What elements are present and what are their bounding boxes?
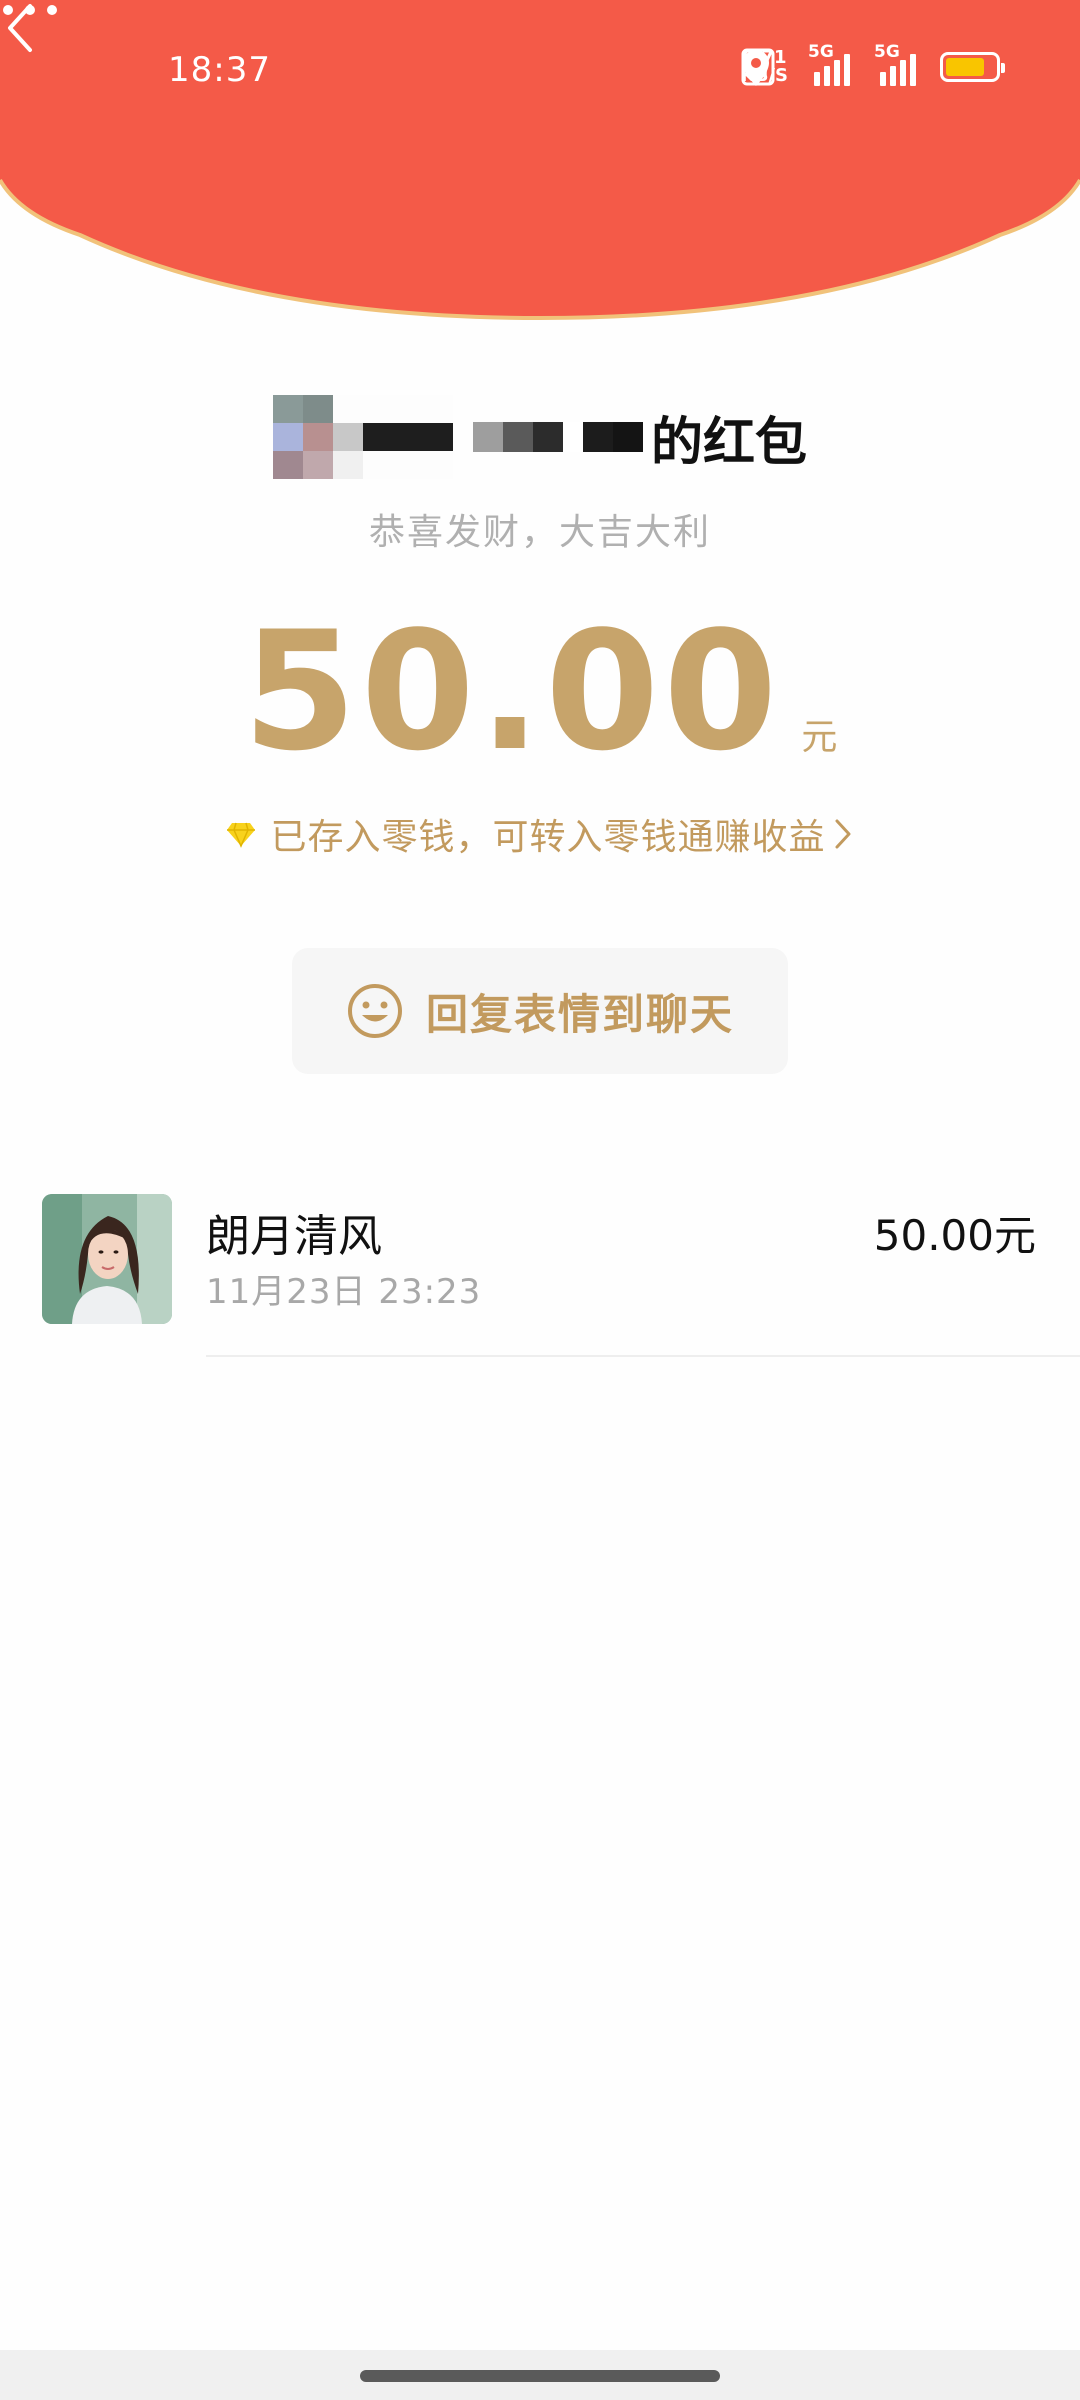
red-packet-detail-page: 18:37 0.71 KB/S 5G 5G <box>0 0 1080 2400</box>
signal-bar <box>900 60 906 86</box>
battery-icon <box>940 52 1005 82</box>
amount-row: 50.00 元 <box>0 610 1080 774</box>
greeting-text: 恭喜发财，大吉大利 <box>368 512 711 553</box>
avatar[interactable] <box>42 1194 172 1324</box>
receive-time: 11月23日 23:23 <box>206 1272 482 1312</box>
status-icons: 0.71 KB/S 5G 5G <box>741 42 1005 86</box>
sender-suffix: 的红包 <box>650 412 807 473</box>
battery-level <box>946 58 985 76</box>
sender-name-mosaic <box>272 395 453 479</box>
reply-sticker-button[interactable]: 回复表情到聊天 <box>292 948 788 1074</box>
sender-name-mosaic-2 <box>472 422 643 452</box>
signal-bar <box>824 66 830 86</box>
signal-bar <box>814 72 820 86</box>
signal-bar <box>910 54 916 86</box>
location-icon <box>742 50 769 86</box>
status-time: 18:37 <box>168 50 271 90</box>
avatar-photo <box>42 1194 172 1324</box>
system-nav-bar <box>0 2350 1080 2400</box>
signal-bar <box>834 60 840 86</box>
sender-title: 的红包 <box>0 395 1080 479</box>
signal-5g-label: 5G <box>808 42 834 62</box>
signal-bar <box>880 72 886 86</box>
chevron-right-icon <box>835 819 850 849</box>
currency-unit: 元 <box>801 717 838 758</box>
signal-5g-1: 5G <box>808 42 854 86</box>
receive-amount: 50.00元 <box>873 1211 1036 1260</box>
diamond-icon <box>227 822 256 848</box>
change-note-link[interactable]: 已存入零钱，可转入零钱通赚收益 <box>0 808 1080 860</box>
smile-icon <box>347 984 402 1038</box>
more-horizontal-icon[interactable] <box>0 0 60 20</box>
signal-5g-2: 5G <box>874 42 920 86</box>
signal-5g-label: 5G <box>874 42 900 62</box>
signal-bar <box>844 54 850 86</box>
receiver-name: 朗月清风 <box>206 1211 382 1262</box>
change-note-text: 已存入零钱，可转入零钱通赚收益 <box>270 817 826 858</box>
home-indicator[interactable] <box>360 2370 720 2382</box>
amount-value: 50.00 <box>242 596 782 787</box>
reply-sticker-label: 回复表情到聊天 <box>425 989 734 1039</box>
receiver-record[interactable]: 朗月清风 11月23日 23:23 50.00元 <box>0 1192 1080 1360</box>
red-header: 18:37 0.71 KB/S 5G 5G <box>0 0 1080 320</box>
signal-bar <box>890 66 896 86</box>
divider <box>206 1355 1080 1357</box>
